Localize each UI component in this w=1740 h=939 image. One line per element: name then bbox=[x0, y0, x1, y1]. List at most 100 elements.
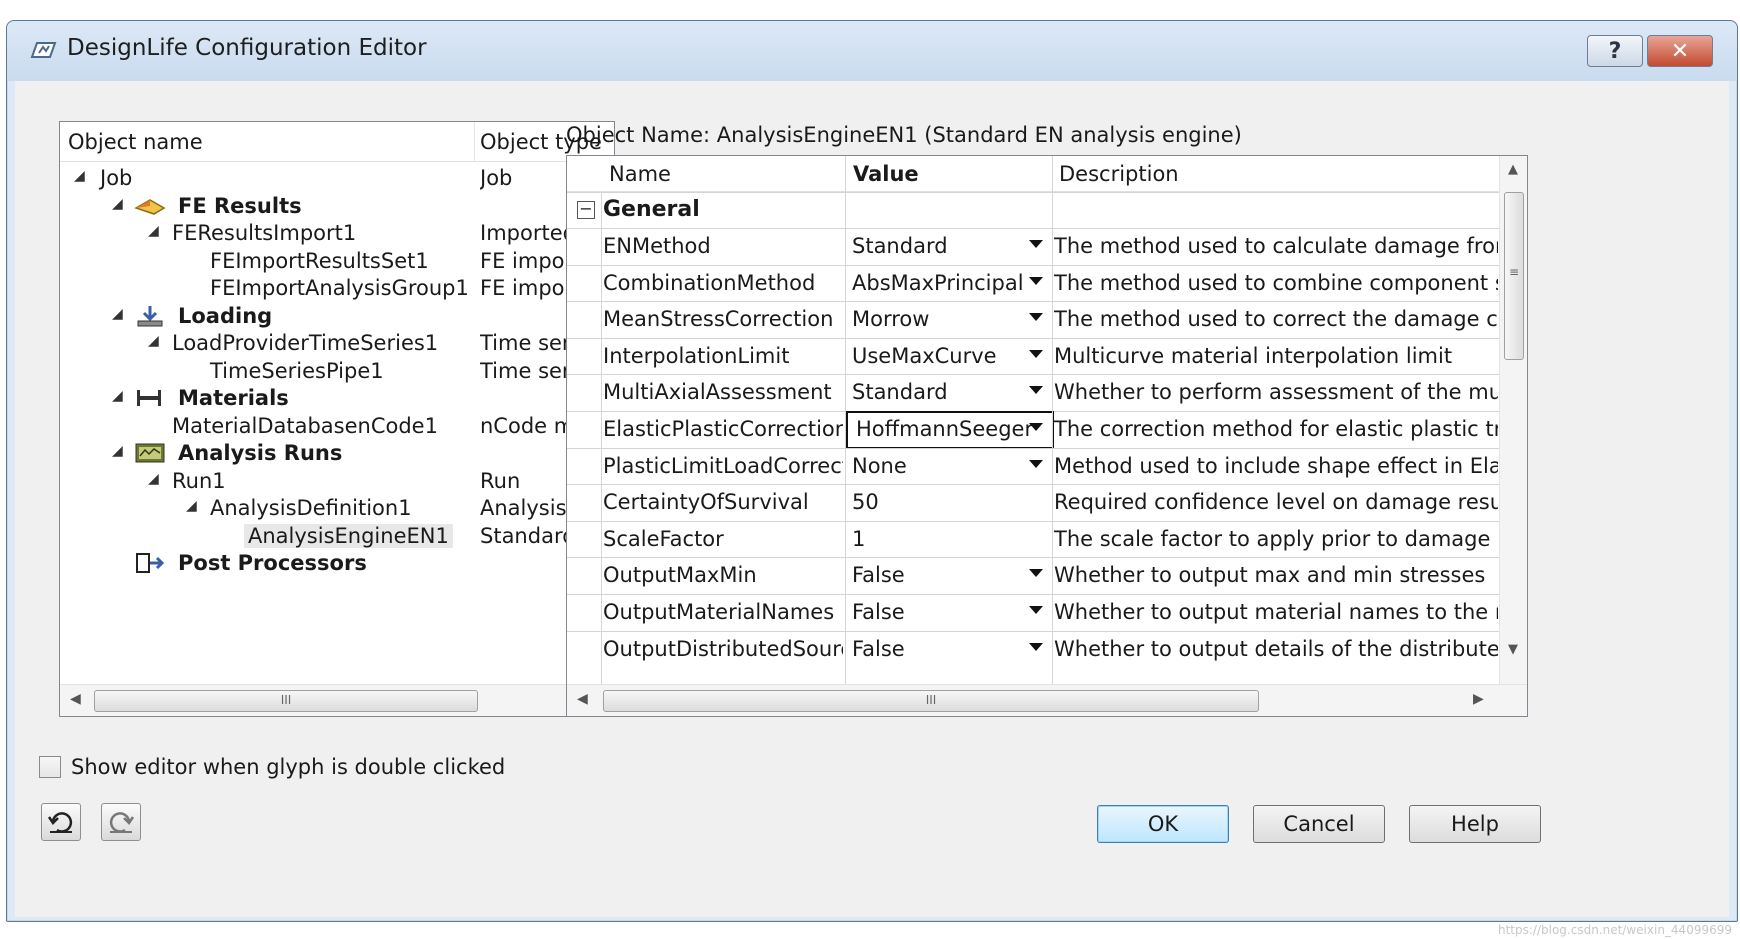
tree-item[interactable]: FEImportResultsSet1FE import resu bbox=[60, 247, 614, 277]
tree-item-name: FEResultsImport1 bbox=[172, 221, 357, 245]
property-value[interactable]: HoffmannSeeger bbox=[856, 417, 1036, 441]
expand-triangle-icon[interactable]: ◢ bbox=[148, 223, 159, 239]
grip-icon: III bbox=[925, 693, 937, 707]
column-header-description[interactable]: Description bbox=[1059, 162, 1179, 186]
property-value[interactable]: Standard bbox=[852, 380, 1032, 404]
property-value[interactable]: UseMaxCurve bbox=[852, 344, 1032, 368]
tree-item-name: Run1 bbox=[172, 468, 226, 493]
property-value[interactable]: False bbox=[852, 563, 1032, 587]
expand-triangle-icon[interactable]: ◢ bbox=[186, 498, 197, 514]
column-header-name[interactable]: Name bbox=[609, 162, 671, 186]
help-button[interactable]: Help bbox=[1409, 805, 1541, 843]
collapse-toggle-icon[interactable]: − bbox=[577, 201, 595, 219]
property-row[interactable]: CombinationMethod AbsMaxPrincipal The meth… bbox=[567, 264, 1499, 301]
property-description: Whether to output material names to the … bbox=[1054, 600, 1498, 624]
tree-item-name: MaterialDatabasenCode1 bbox=[172, 413, 438, 438]
dropdown-arrow-icon[interactable] bbox=[1029, 423, 1043, 431]
property-value[interactable]: AbsMaxPrincipal bbox=[852, 271, 1032, 295]
tree-item[interactable]: AnalysisEngineEN1Standard EN a bbox=[60, 522, 614, 552]
property-value[interactable]: Standard bbox=[852, 234, 1032, 258]
object-tree[interactable]: Object name Object type ◢ Job Job ◢ FE Resul… bbox=[59, 121, 615, 717]
property-row[interactable]: OutputDistributedSource False Whether to o… bbox=[567, 630, 1499, 667]
property-value[interactable]: Morrow bbox=[852, 307, 1032, 331]
title-bar[interactable]: DesignLife Configuration Editor ? ✕ bbox=[7, 21, 1737, 81]
ok-button[interactable]: OK bbox=[1097, 805, 1229, 843]
property-row[interactable]: ScaleFactor 1 The scale factor to apply pr… bbox=[567, 520, 1499, 557]
cancel-button[interactable]: Cancel bbox=[1253, 805, 1385, 843]
property-value[interactable]: False bbox=[852, 637, 1032, 661]
redo-button[interactable] bbox=[101, 803, 141, 841]
property-row[interactable]: InterpolationLimit UseMaxCurve Multicurve … bbox=[567, 337, 1499, 374]
show-editor-option[interactable]: Show editor when glyph is double clicked bbox=[39, 755, 505, 779]
tree-item[interactable]: TimeSeriesPipe1 Time series in bbox=[60, 357, 614, 387]
scroll-left-icon[interactable]: ◀ bbox=[577, 691, 588, 707]
dropdown-arrow-icon[interactable] bbox=[1029, 606, 1043, 614]
property-row[interactable]: ENMethod Standard The method used to calcu… bbox=[567, 228, 1499, 264]
tree-item-name: Materials bbox=[178, 386, 289, 410]
property-row[interactable]: OutputMaxMin False Whether to output max a… bbox=[567, 557, 1499, 593]
property-description: The method used to combine component str… bbox=[1054, 270, 1498, 295]
tree-item[interactable]: ◢ Loading bbox=[60, 302, 614, 332]
app-icon bbox=[30, 42, 57, 58]
tree-item[interactable]: ◢ FEResultsImport1 Imported FE r bbox=[60, 219, 614, 249]
undo-button[interactable] bbox=[41, 803, 81, 841]
dropdown-arrow-icon[interactable] bbox=[1029, 313, 1043, 322]
scroll-left-icon[interactable]: ◀ bbox=[70, 691, 81, 707]
expand-triangle-icon[interactable]: ◢ bbox=[148, 333, 159, 349]
tree-item[interactable]: ◢ Job Job bbox=[60, 164, 614, 194]
property-value[interactable]: None bbox=[852, 454, 1032, 478]
expand-triangle-icon[interactable]: ◢ bbox=[74, 168, 85, 184]
dropdown-arrow-icon[interactable] bbox=[1029, 276, 1043, 285]
property-value[interactable]: 1 bbox=[852, 527, 1032, 551]
scrollbar-thumb[interactable]: III bbox=[603, 690, 1259, 712]
tree-horizontal-scrollbar[interactable]: ◀ III ▶ bbox=[60, 684, 614, 716]
column-header-object-name[interactable]: Object name bbox=[68, 130, 203, 154]
expand-triangle-icon[interactable]: ◢ bbox=[112, 443, 123, 459]
expand-triangle-icon[interactable]: ◢ bbox=[148, 471, 159, 487]
property-grid[interactable]: Name Value Description − General ENMetho… bbox=[566, 155, 1528, 717]
property-name: MultiAxialAssessment bbox=[603, 380, 832, 405]
dropdown-arrow-icon[interactable] bbox=[1029, 386, 1043, 395]
dropdown-arrow-icon[interactable] bbox=[1029, 642, 1043, 651]
tree-item[interactable]: Post Processors bbox=[60, 549, 614, 579]
column-header-value[interactable]: Value bbox=[853, 162, 919, 186]
help-caption-button[interactable]: ? bbox=[1587, 35, 1643, 67]
expand-triangle-icon[interactable]: ◢ bbox=[112, 306, 123, 322]
dropdown-arrow-icon[interactable] bbox=[1029, 569, 1043, 578]
tree-item[interactable]: ◢ Run1 Run bbox=[60, 467, 614, 497]
scrollbar-thumb[interactable]: ≡ bbox=[1504, 192, 1524, 360]
tree-item[interactable]: MaterialDatabasenCode1 nCode materi bbox=[60, 412, 614, 442]
scroll-down-icon[interactable]: ▼ bbox=[1508, 642, 1518, 657]
close-button[interactable]: ✕ bbox=[1647, 35, 1713, 67]
property-vertical-scrollbar[interactable]: ▲ ≡ ▼ bbox=[1499, 156, 1527, 684]
expand-triangle-icon[interactable]: ◢ bbox=[112, 388, 123, 404]
property-value[interactable]: False bbox=[852, 600, 1032, 624]
property-row[interactable]: CertaintyOfSurvival 50 Required confidence… bbox=[567, 484, 1499, 520]
property-horizontal-scrollbar[interactable]: ◀ III ▶ bbox=[567, 684, 1527, 716]
property-row[interactable]: PlasticLimitLoadCorrection None Method use… bbox=[567, 447, 1499, 484]
dropdown-arrow-icon[interactable] bbox=[1029, 459, 1043, 468]
property-name: ScaleFactor bbox=[603, 526, 724, 551]
property-row[interactable]: MeanStressCorrection Morrow The method use… bbox=[567, 301, 1499, 337]
scrollbar-thumb[interactable]: III bbox=[94, 690, 478, 712]
scroll-up-icon[interactable]: ▲ bbox=[1508, 162, 1518, 177]
tree-item[interactable]: ◢ FE Results bbox=[60, 192, 614, 222]
dropdown-arrow-icon[interactable] bbox=[1029, 240, 1043, 248]
tree-item[interactable]: ◢ Analysis Runs bbox=[60, 439, 614, 469]
tree-item-name: AnalysisEngineEN1 bbox=[244, 523, 453, 548]
group-row-general[interactable]: − General bbox=[567, 192, 1499, 228]
tree-item[interactable]: ◢ LoadProviderTimeSeries1 Time series lo bbox=[60, 329, 614, 359]
property-row[interactable]: OutputMaterialNames False Whether to outpu… bbox=[567, 594, 1499, 630]
expand-triangle-icon[interactable]: ◢ bbox=[112, 196, 123, 212]
tree-item[interactable]: ◢ Materials bbox=[60, 384, 614, 414]
show-editor-checkbox[interactable] bbox=[39, 756, 61, 778]
column-separator[interactable] bbox=[474, 122, 475, 162]
tree-item[interactable]: FEImportAnalysisGroup1 FE import ana bbox=[60, 274, 614, 304]
property-row[interactable]: MultiAxialAssessment Standard Whether to p… bbox=[567, 374, 1499, 410]
scroll-right-icon[interactable]: ▶ bbox=[1473, 691, 1484, 707]
dropdown-arrow-icon[interactable] bbox=[1029, 349, 1043, 358]
tree-item-name: Job bbox=[100, 166, 133, 190]
property-value[interactable]: 50 bbox=[852, 490, 1032, 514]
tree-item[interactable]: ◢ AnalysisDefinition1 Analysis defin bbox=[60, 494, 614, 524]
property-row[interactable]: ElasticPlasticCorrection HoffmannSeeger Th… bbox=[567, 411, 1499, 449]
